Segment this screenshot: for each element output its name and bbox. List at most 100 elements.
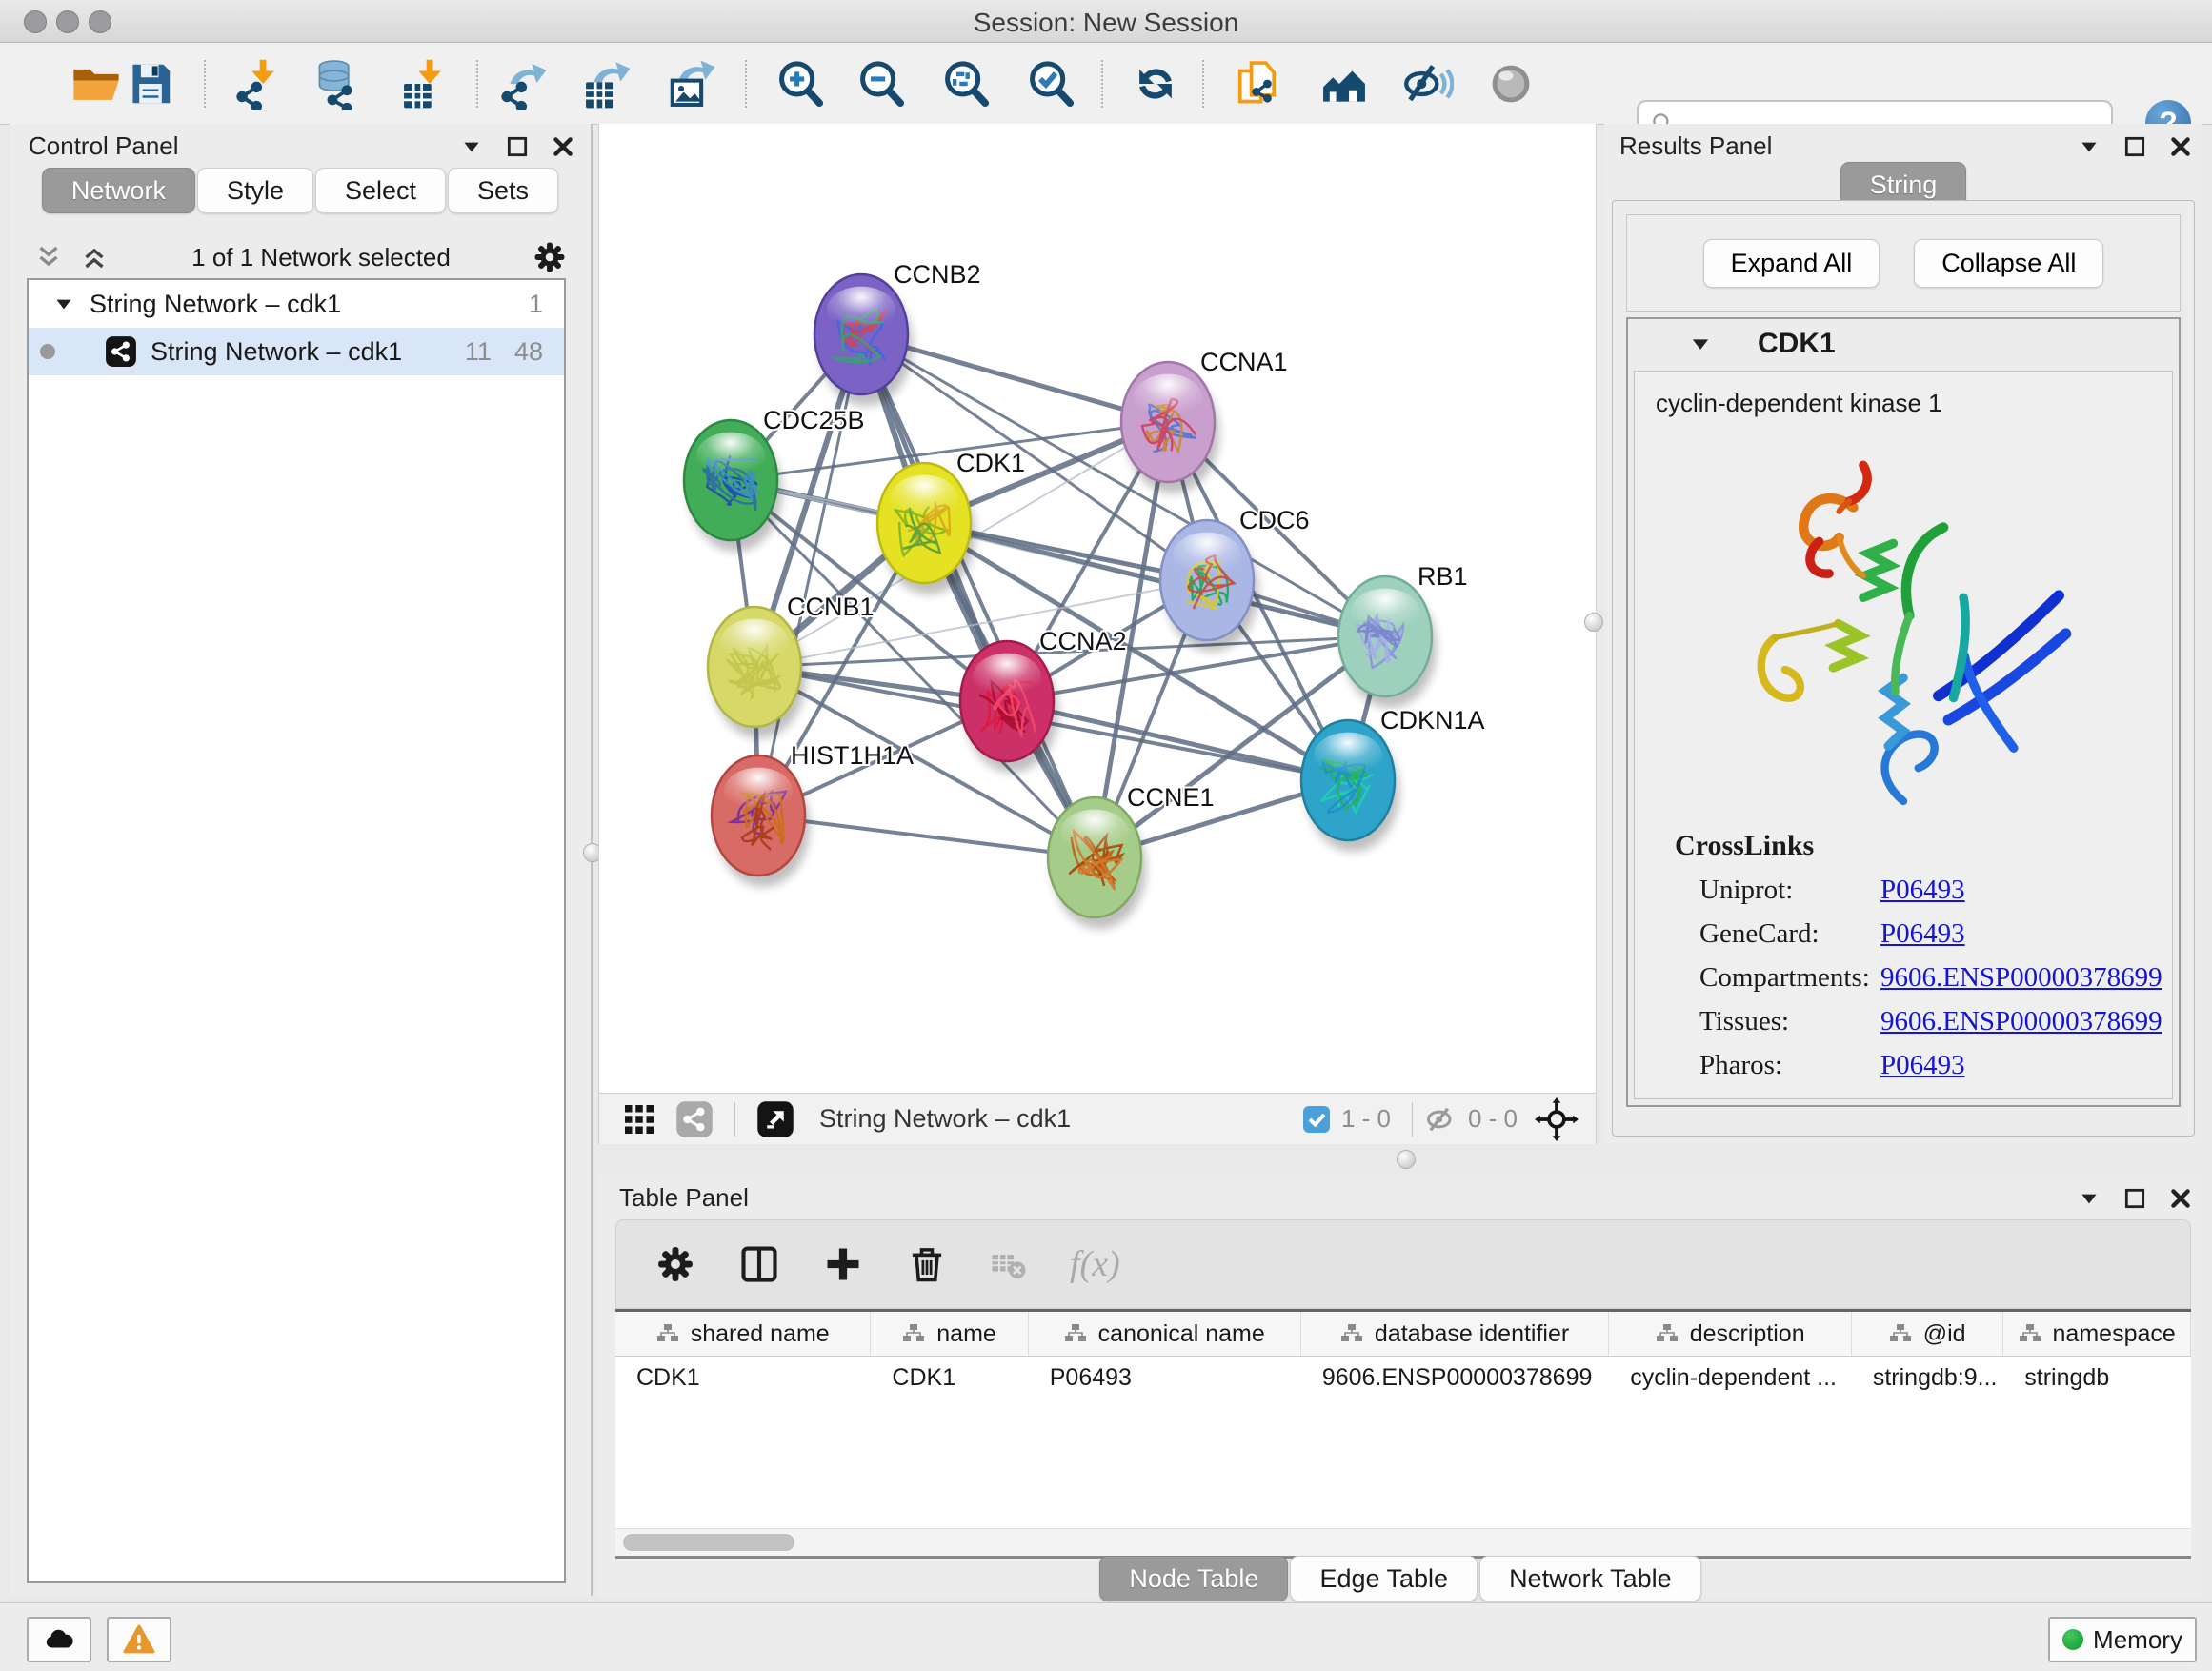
open-session-button[interactable] bbox=[70, 58, 122, 110]
import-table-button[interactable] bbox=[399, 58, 451, 110]
save-floppy-icon bbox=[125, 58, 176, 110]
panel-menu-icon[interactable] bbox=[459, 134, 484, 159]
table-cell[interactable]: stringdb:9... bbox=[1852, 1357, 2003, 1399]
close-panel-icon[interactable] bbox=[551, 134, 575, 159]
gene-section: CDK1 cyclin-dependent kinase 1 bbox=[1626, 317, 2181, 1107]
network-node-CCNE1[interactable]: CCNE1 bbox=[1048, 783, 1215, 929]
column-header-description[interactable]: description bbox=[1609, 1312, 1852, 1356]
crosslink-tissues-link[interactable]: 9606.ENSP00000378699 bbox=[1880, 1006, 2162, 1037]
column-header-namespace[interactable]: namespace bbox=[2003, 1312, 2191, 1356]
import-network-from-database-button[interactable] bbox=[312, 58, 363, 110]
add-column-icon[interactable] bbox=[822, 1243, 864, 1285]
column-header-name[interactable]: name bbox=[871, 1312, 1028, 1356]
control-panel-title: Control Panel bbox=[29, 131, 179, 161]
warnings-button[interactable] bbox=[107, 1617, 171, 1662]
network-canvas[interactable]: CCNB2CCNA1CDC25BCDK1CDC6RB1CCNB1CCNA2CDK… bbox=[599, 124, 1596, 1094]
table-cell[interactable]: P06493 bbox=[1029, 1357, 1301, 1399]
column-header-sharedname[interactable]: shared name bbox=[615, 1312, 871, 1356]
network-node-RB1[interactable]: RB1 bbox=[1338, 562, 1468, 708]
tab-network-table[interactable]: Network Table bbox=[1479, 1556, 1701, 1601]
float-panel-icon[interactable] bbox=[505, 134, 530, 159]
column-header-databaseidentifier[interactable]: database identifier bbox=[1301, 1312, 1610, 1356]
zoom-out-button[interactable] bbox=[855, 58, 907, 110]
collapse-all-icon[interactable] bbox=[32, 241, 65, 273]
show-all-button[interactable] bbox=[1485, 58, 1537, 110]
window-title: Session: New Session bbox=[0, 8, 2212, 38]
network-collection-label: String Network – cdk1 bbox=[90, 290, 341, 319]
clone-network-button[interactable] bbox=[1234, 58, 1285, 110]
panel-menu-icon[interactable] bbox=[2077, 1186, 2101, 1211]
table-cell[interactable]: cyclin-dependent ... bbox=[1609, 1357, 1852, 1399]
network-row-selected[interactable]: String Network – cdk1 11 48 bbox=[29, 328, 564, 375]
crosslink-pharos-link[interactable]: P06493 bbox=[1880, 1050, 1965, 1081]
export-image-button[interactable] bbox=[666, 58, 717, 110]
import-network-button[interactable] bbox=[232, 58, 284, 110]
detach-view-icon[interactable] bbox=[756, 1100, 794, 1138]
right-splitter-handle[interactable] bbox=[1584, 613, 1603, 632]
column-header-canonicalname[interactable]: canonical name bbox=[1029, 1312, 1301, 1356]
network-node-CCNA2[interactable]: CCNA2 bbox=[960, 627, 1127, 773]
tab-style[interactable]: Style bbox=[197, 168, 313, 213]
refresh-layout-button[interactable] bbox=[1130, 58, 1181, 110]
network-node-CCNB1[interactable]: CCNB1 bbox=[708, 593, 875, 738]
column-header-id[interactable]: @id bbox=[1852, 1312, 2003, 1356]
horizontal-splitter[interactable] bbox=[598, 1144, 2202, 1174]
show-columns-icon[interactable] bbox=[738, 1243, 780, 1285]
float-panel-icon[interactable] bbox=[2122, 1186, 2147, 1211]
crosslink-genecard-link[interactable]: P06493 bbox=[1880, 918, 1965, 950]
export-table-button[interactable] bbox=[581, 58, 633, 110]
network-node-CCNA1[interactable]: CCNA1 bbox=[1121, 348, 1288, 493]
table-cell[interactable]: stringdb bbox=[2003, 1357, 2191, 1399]
export-network-icon bbox=[497, 58, 549, 110]
close-panel-icon[interactable] bbox=[2168, 1186, 2193, 1211]
selected-checkbox-icon[interactable] bbox=[1301, 1104, 1332, 1135]
panel-menu-icon[interactable] bbox=[2077, 134, 2101, 159]
pan-crosshair-icon[interactable] bbox=[1535, 1097, 1579, 1141]
expand-all-icon[interactable] bbox=[78, 241, 111, 273]
zoom-selected-button[interactable] bbox=[1025, 58, 1076, 110]
grid-view-icon[interactable] bbox=[620, 1100, 658, 1138]
save-session-button[interactable] bbox=[125, 58, 176, 110]
tab-edge-table[interactable]: Edge Table bbox=[1290, 1556, 1478, 1601]
table-horizontal-scrollbar[interactable] bbox=[615, 1528, 2191, 1556]
tab-network[interactable]: Network bbox=[42, 168, 195, 213]
eye-slash-icon bbox=[1402, 58, 1454, 110]
network-edge-CDK1-RB1[interactable] bbox=[924, 523, 1385, 636]
collapse-all-button[interactable]: Collapse All bbox=[1914, 239, 2103, 288]
float-panel-icon[interactable] bbox=[2122, 134, 2147, 159]
delete-column-icon[interactable] bbox=[906, 1243, 948, 1285]
zoom-in-button[interactable] bbox=[774, 58, 826, 110]
zoom-fit-button[interactable] bbox=[940, 58, 992, 110]
network-collection-row[interactable]: String Network – cdk1 1 bbox=[29, 280, 564, 328]
tab-sets[interactable]: Sets bbox=[448, 168, 558, 213]
cloud-status-button[interactable] bbox=[27, 1617, 91, 1662]
network-view-share-icon[interactable] bbox=[675, 1100, 714, 1138]
memory-button[interactable]: Memory bbox=[2048, 1617, 2197, 1662]
hide-selected-button[interactable] bbox=[1402, 58, 1454, 110]
tab-select[interactable]: Select bbox=[315, 168, 446, 213]
gear-icon[interactable] bbox=[532, 239, 568, 275]
gene-collapse-icon[interactable] bbox=[1687, 331, 1714, 357]
network-node-CCNB2[interactable]: CCNB2 bbox=[814, 260, 981, 406]
first-neighbors-button[interactable] bbox=[1318, 58, 1370, 110]
table-tabs: Node Table Edge Table Network Table bbox=[598, 1556, 2202, 1601]
close-panel-icon[interactable] bbox=[2168, 134, 2193, 159]
crosslink-compartments-link[interactable]: 9606.ENSP00000378699 bbox=[1880, 962, 2162, 994]
table-settings-gear-icon[interactable] bbox=[654, 1243, 696, 1285]
tree-expand-icon[interactable] bbox=[51, 292, 76, 316]
table-cell[interactable]: 9606.ENSP00000378699 bbox=[1301, 1357, 1609, 1399]
table-cell[interactable]: CDK1 bbox=[871, 1357, 1028, 1399]
protein-structure-image bbox=[1713, 445, 2094, 816]
network-node-CDC25B[interactable]: CDC25B bbox=[684, 406, 865, 552]
export-network-button[interactable] bbox=[497, 58, 549, 110]
crosslink-uniprot-link[interactable]: P06493 bbox=[1880, 875, 1965, 906]
network-node-CDKN1A[interactable]: CDKN1A bbox=[1301, 706, 1485, 852]
network-status-dot bbox=[40, 344, 55, 359]
scrollbar-thumb[interactable] bbox=[623, 1534, 794, 1551]
table-row[interactable]: CDK1CDK1P064939606.ENSP00000378699cyclin… bbox=[615, 1357, 2191, 1399]
expand-all-button[interactable]: Expand All bbox=[1703, 239, 1880, 288]
network-node-HIST1H1A[interactable]: HIST1H1A bbox=[712, 741, 914, 887]
network-edge-CCNB2-CCNE1[interactable] bbox=[861, 334, 1095, 857]
tab-node-table[interactable]: Node Table bbox=[1099, 1556, 1288, 1601]
table-cell[interactable]: CDK1 bbox=[615, 1357, 871, 1399]
